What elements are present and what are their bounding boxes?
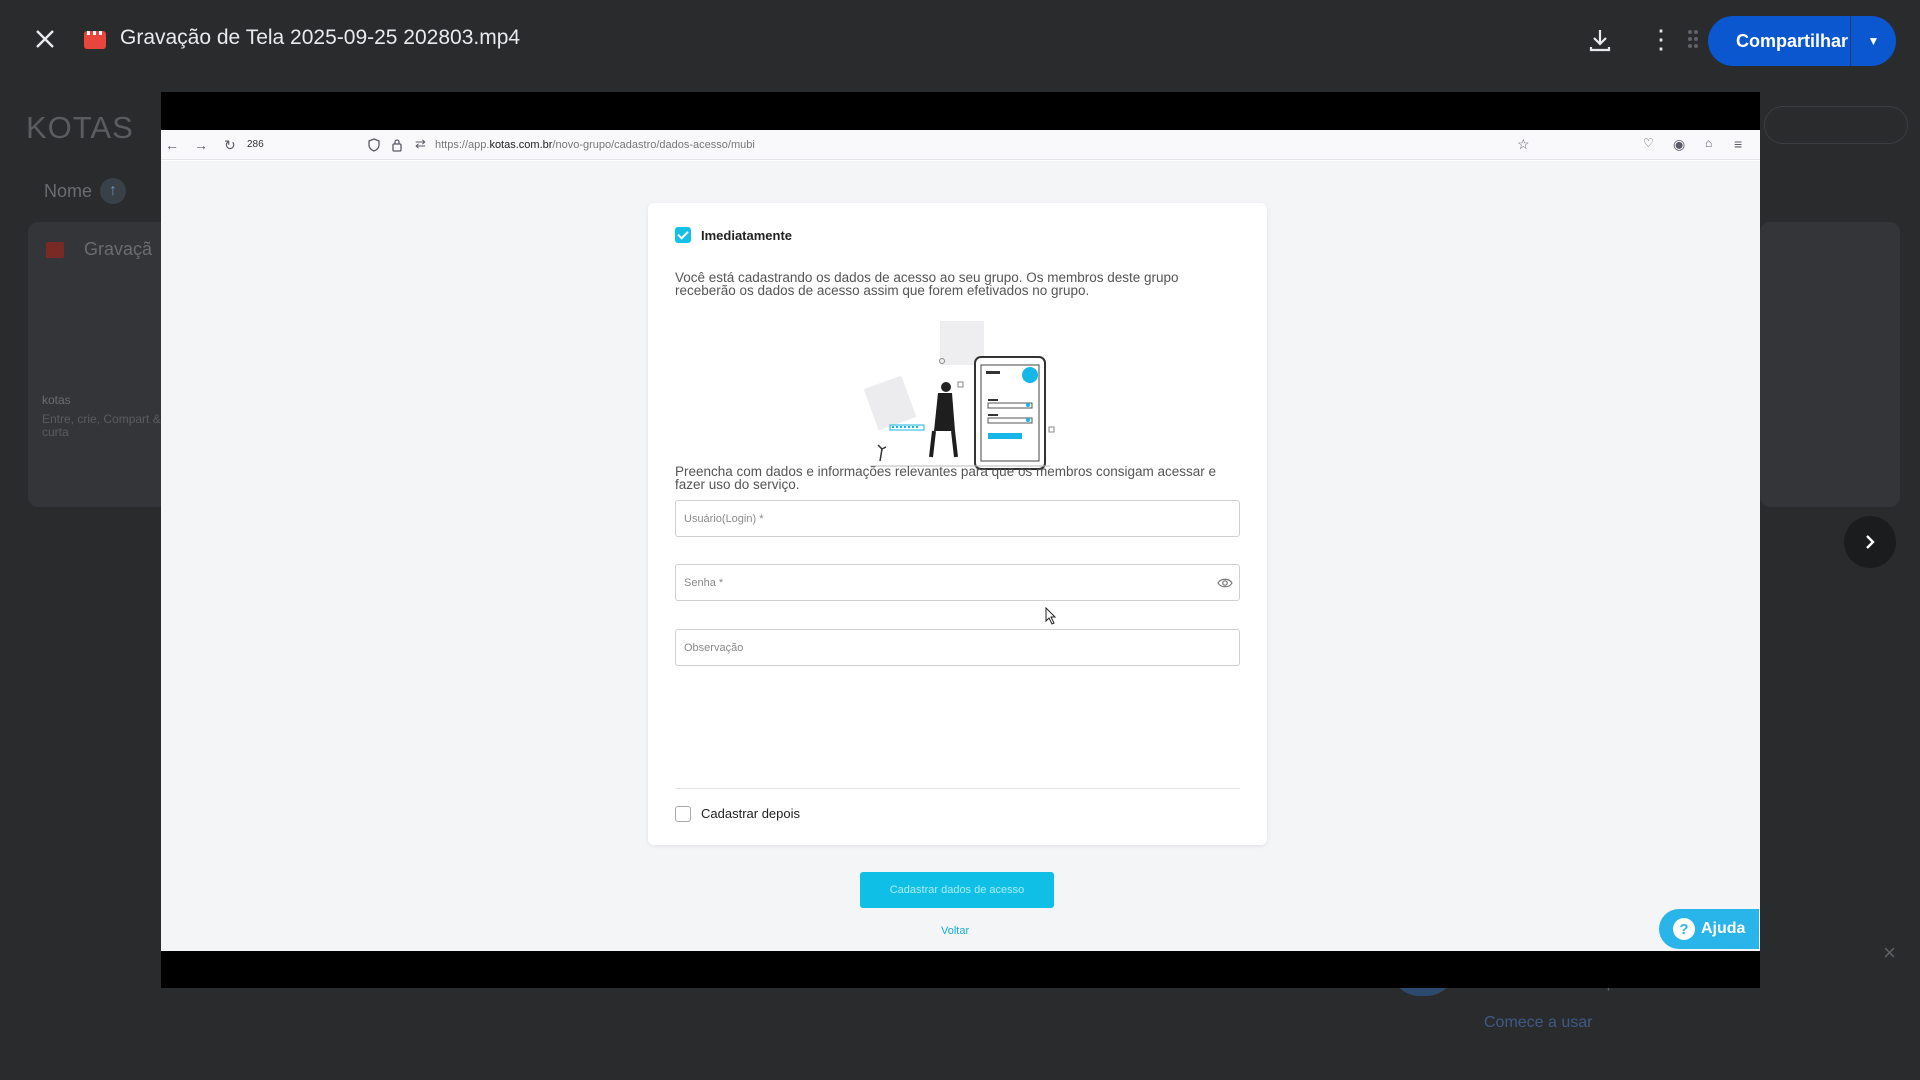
shield-icon: [368, 138, 380, 152]
notice-link: Comece a usar: [1484, 1014, 1593, 1031]
eye-icon[interactable]: [1217, 576, 1233, 590]
password-placeholder: Senha *: [684, 577, 724, 589]
share-dropdown-icon[interactable]: ▼: [1851, 34, 1896, 48]
sort-label: Nome: [44, 180, 93, 201]
download-icon: [1589, 30, 1611, 52]
share-label: Compartilhar: [1736, 30, 1849, 51]
register-later-label: Cadastrar depois: [701, 806, 800, 821]
file-card-title: Gravaçã: [84, 239, 153, 259]
help-icon: ?: [1673, 918, 1695, 940]
url-path: /novo-grupo/cadastro/dados-acesso/mubi: [552, 139, 755, 151]
submit-access-data-button[interactable]: Cadastrar dados de acesso: [860, 872, 1054, 908]
username-input[interactable]: Usuário(Login) *: [675, 500, 1240, 537]
viewer-top-bar: Gravação de Tela 2025-09-25 202803.mp4 ⋮…: [0, 0, 1920, 80]
web-page: Imediatamente Você está cadastrando os d…: [161, 161, 1760, 951]
url-prefix: https://app.: [435, 139, 490, 151]
zoom-label: 286: [247, 139, 264, 150]
download-button[interactable]: [1584, 24, 1616, 56]
instructions-text: Preencha com dados e informações relevan…: [675, 464, 1217, 492]
extensions-icon: ⌂: [1705, 136, 1713, 150]
video-player[interactable]: ← → ↻ 286 ⇄ https://app.kotas.com.br/nov…: [161, 92, 1760, 988]
permissions-icon: ⇄: [415, 136, 426, 151]
url-domain: kotas.com.br: [489, 139, 553, 151]
more-options-button[interactable]: ⋮: [1648, 22, 1674, 56]
more-vert-icon: ⋮: [1648, 24, 1674, 54]
file-card: Gravaçã kotas Entre, crie, Compart & cur…: [28, 222, 168, 507]
close-icon: ×: [1883, 940, 1896, 965]
next-file-button[interactable]: [1844, 516, 1896, 568]
intro-text: Você está cadastrando os dados de acesso…: [675, 270, 1179, 298]
back-arrow-icon: ←: [165, 137, 179, 153]
url-text: https://app.kotas.com.br/novo-grupo/cada…: [435, 139, 755, 151]
username-placeholder: Usuário(Login) *: [684, 513, 764, 525]
help-button[interactable]: ? Ajuda: [1659, 909, 1759, 949]
note-input[interactable]: Observação: [675, 629, 1240, 666]
browser-toolbar: ← → ↻ 286 ⇄ https://app.kotas.com.br/nov…: [161, 130, 1760, 160]
bookmark-star-icon: ☆: [1517, 136, 1530, 152]
password-input[interactable]: Senha *: [675, 564, 1240, 601]
arrow-up-icon: ↑: [100, 178, 127, 204]
immediately-label: Imediatamente: [701, 228, 793, 243]
file-card-brand: kotas: [42, 393, 71, 407]
menu-icon: ≡: [1734, 136, 1743, 152]
back-link[interactable]: Voltar: [941, 925, 969, 937]
close-viewer-button[interactable]: [28, 20, 62, 58]
video-file-icon: [84, 31, 106, 49]
file-card-subtitle: Entre, crie, Compart & curta: [42, 412, 161, 439]
illustration-image: [863, 321, 1055, 470]
help-label: Ajuda: [1701, 920, 1746, 937]
share-divider: [1850, 16, 1851, 66]
immediately-checkbox[interactable]: [675, 227, 691, 243]
share-button[interactable]: Compartilhar ▼: [1708, 16, 1896, 66]
apps-grid-icon: [1688, 30, 1702, 50]
access-data-card: Imediatamente Você está cadastrando os d…: [648, 203, 1267, 845]
account-icon: ◉: [1673, 136, 1686, 152]
close-icon: [36, 30, 54, 48]
view-toggle: [1764, 106, 1908, 144]
drive-brand: KOTAS: [26, 110, 134, 145]
form-divider: [675, 788, 1240, 789]
chevron-right-icon: [1866, 535, 1875, 549]
pocket-icon: ♡: [1643, 136, 1654, 150]
register-later-checkbox[interactable]: [675, 806, 691, 822]
lock-icon: [392, 139, 402, 152]
file-card-right: [1760, 222, 1900, 507]
forward-arrow-icon: →: [194, 137, 208, 153]
recorded-browser-frame: ← → ↻ 286 ⇄ https://app.kotas.com.br/nov…: [161, 130, 1760, 951]
file-title: Gravação de Tela 2025-09-25 202803.mp4: [120, 26, 521, 49]
sort-control: Nome ↑: [44, 178, 127, 204]
video-file-icon: [46, 242, 64, 258]
mouse-cursor-icon: [1045, 607, 1057, 625]
file-card-preview: kotas Entre, crie, Compart & curta: [42, 394, 168, 439]
reload-icon: ↻: [224, 137, 236, 153]
note-placeholder: Observação: [684, 642, 744, 654]
